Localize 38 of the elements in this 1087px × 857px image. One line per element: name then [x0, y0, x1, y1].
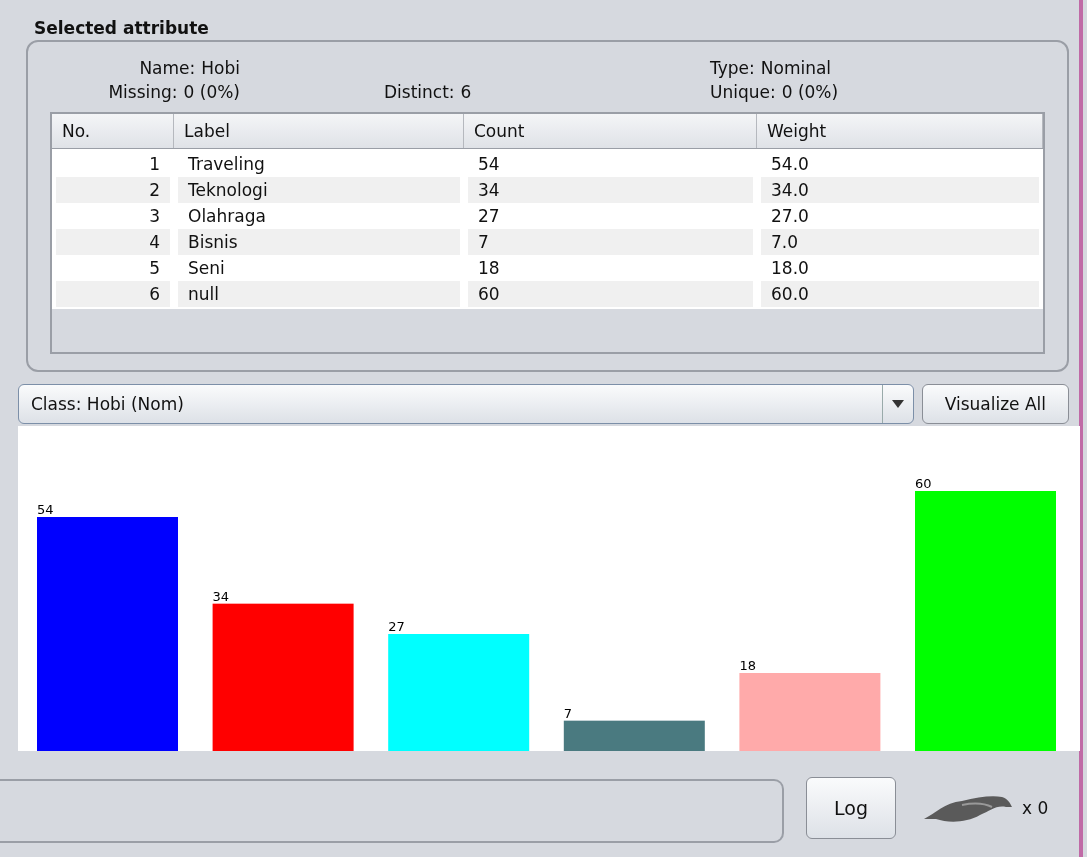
stat-value: 0 (0%) — [781, 82, 839, 102]
table-cell: null — [178, 281, 460, 307]
stat-label: Type: — [710, 58, 755, 78]
bar-value-label: 54 — [37, 502, 54, 517]
table-cell: 60.0 — [761, 281, 1039, 307]
column-header[interactable]: Label — [174, 114, 464, 148]
table-cell: 60 — [468, 281, 753, 307]
stat-value: 0 (0%) — [183, 82, 240, 102]
table-cell: 34 — [468, 177, 753, 203]
visualize-all-button[interactable]: Visualize All — [921, 384, 1069, 424]
bar-value-label: 7 — [563, 705, 573, 721]
table-cell: Teknologi — [178, 177, 460, 203]
caret-icon — [891, 399, 904, 409]
column-header[interactable]: No. — [52, 114, 174, 148]
column-header[interactable]: Count — [464, 114, 757, 148]
class-dropdown[interactable]: Class: Hobi (Nom) — [18, 384, 914, 424]
table-cell: 7 — [468, 229, 753, 255]
column-header[interactable]: Weight — [757, 114, 1043, 148]
panel-title: Selected attribute — [34, 18, 210, 38]
table-cell: Bisnis — [178, 229, 460, 255]
bar-value-label: 27 — [388, 619, 405, 634]
bar-value-label: 18 — [739, 658, 756, 673]
bar-value-label: 60 — [915, 476, 932, 491]
stat-value: Hobi — [201, 58, 240, 78]
log-button[interactable]: Log — [806, 777, 896, 839]
stat-label: Name: — [139, 58, 196, 78]
stat-label: Distinct: — [384, 82, 455, 102]
count-label: x 0 — [1022, 798, 1049, 818]
bar-value-label: 34 — [212, 588, 230, 604]
table-cell: 4 — [56, 229, 170, 255]
stat-label: Missing: — [108, 82, 178, 102]
stat-value: Nominal — [760, 58, 832, 78]
table-cell: 2 — [56, 177, 170, 203]
table-cell: 6 — [56, 281, 170, 307]
stat-label: Unique: — [710, 82, 776, 102]
table-cell: 7.0 — [761, 229, 1039, 255]
table-cell: 34.0 — [761, 177, 1039, 203]
stat-value: 6 — [460, 82, 472, 102]
